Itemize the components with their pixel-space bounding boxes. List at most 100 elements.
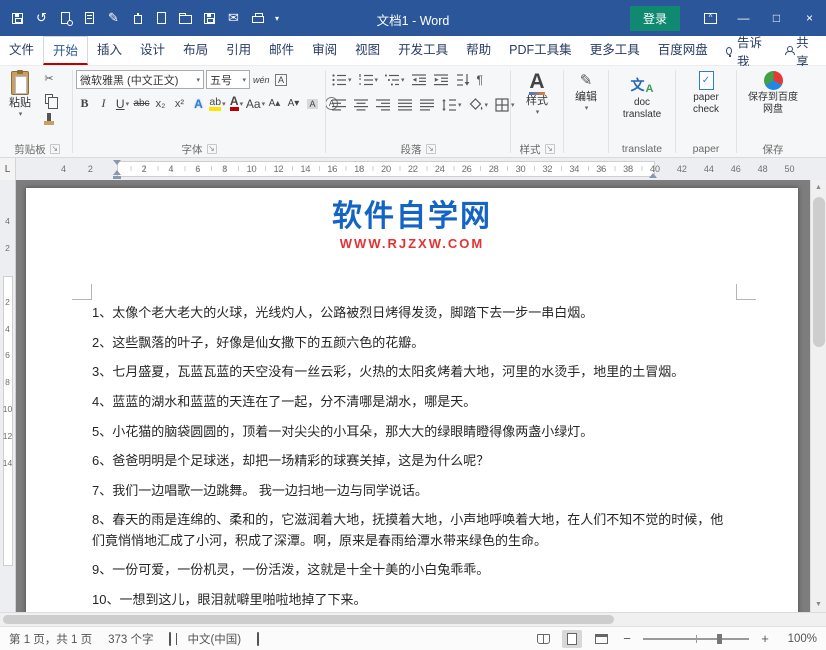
grow-font-button[interactable]: A▴ <box>266 93 283 114</box>
print-icon[interactable] <box>246 5 269 31</box>
shrink-font-button[interactable]: A▾ <box>285 93 302 114</box>
text-effects-button[interactable]: A <box>190 93 207 114</box>
line-spacing-button[interactable]: ▾ <box>439 94 464 115</box>
character-border-button[interactable]: A <box>273 69 290 90</box>
format-painter-button[interactable] <box>37 109 61 128</box>
styles-button[interactable]: A 样式 ▾ <box>522 69 552 141</box>
ribbon-display-options-icon[interactable]: ^ <box>694 0 727 36</box>
horizontal-ruler[interactable]: 4224681012141618202224262830323436384042… <box>16 158 826 180</box>
vertical-ruler[interactable]: 422468101214 <box>0 180 16 612</box>
italic-button[interactable]: I <box>95 93 112 114</box>
page-number-status[interactable]: 第 1 页，共 1 页 <box>9 631 92 647</box>
strikethrough-button[interactable]: abc <box>133 93 150 114</box>
tab-home[interactable]: 开始 <box>43 36 88 65</box>
ribbon-tab[interactable]: 审阅 <box>303 36 346 65</box>
align-center-button[interactable] <box>351 94 371 115</box>
ribbon-tab[interactable]: 百度网盘 <box>649 36 717 65</box>
document-paragraph[interactable]: 4、蓝蓝的湖水和蓝蓝的天连在了一起，分不清哪是湖水，哪是天。 <box>92 392 736 412</box>
left-indent-marker[interactable] <box>113 176 121 179</box>
document-check-icon[interactable] <box>78 5 101 31</box>
input-mode-status[interactable] <box>257 633 259 645</box>
document-paragraph[interactable]: 6、爸爸明明是个足球迷，却把一场精彩的球赛关掉，这是为什么呢？ <box>92 451 736 471</box>
doc-translate-button[interactable]: 文 A doc translate <box>612 69 672 141</box>
ink-tool-icon[interactable] <box>126 5 149 31</box>
document-paragraph[interactable]: 10、一想到这儿，眼泪就噼里啪啦地掉了下来。 <box>92 590 736 610</box>
styles-dialog-launcher-icon[interactable]: ↘ <box>545 144 555 154</box>
word-count-status[interactable]: 373 个字 <box>108 631 153 647</box>
sort-button[interactable] <box>453 69 473 90</box>
document-paragraph[interactable]: 7、我们一边唱歌一边跳舞。 我一边扫地一边与同学说话。 <box>92 481 736 501</box>
pinyin-guide-button[interactable]: wén <box>252 69 271 90</box>
align-left-button[interactable] <box>329 94 349 115</box>
ribbon-tab[interactable]: 视图 <box>346 36 389 65</box>
save-to-baidu-netdisk-button[interactable]: 保存到百度网盘 <box>740 69 806 141</box>
horizontal-scroll-thumb[interactable] <box>3 615 614 624</box>
customize-quick-access-chevron-icon[interactable]: ▾ <box>270 5 284 31</box>
undo-icon[interactable]: ↺ <box>30 5 53 31</box>
save-as-icon[interactable] <box>198 5 221 31</box>
new-document-icon[interactable] <box>150 5 173 31</box>
read-mode-button[interactable] <box>533 630 553 648</box>
login-button[interactable]: 登录 <box>630 6 680 31</box>
multilevel-list-button[interactable]: ▾ <box>382 69 407 90</box>
numbering-button[interactable]: ▾ <box>356 69 381 90</box>
font-color-button[interactable]: A▾ <box>228 93 245 114</box>
bullets-button[interactable]: ▾ <box>329 69 354 90</box>
share-button[interactable]: 共享 <box>773 36 826 65</box>
font-name-select[interactable]: 微软雅黑 (中文正文) ▾ <box>76 70 204 89</box>
document-paragraph[interactable]: 1、太像个老大老大的火球，光线灼人，公路被烈日烤得发烫，脚踏下去一步一串白烟。 <box>92 303 736 323</box>
increase-indent-button[interactable] <box>431 69 451 90</box>
character-shading-button[interactable]: A <box>304 93 321 114</box>
zoom-level[interactable]: 100% <box>781 633 817 645</box>
superscript-button[interactable]: x² <box>171 93 188 114</box>
font-size-select[interactable]: 五号 ▾ <box>206 70 250 89</box>
copy-button[interactable] <box>37 89 61 108</box>
highlight-color-button[interactable]: ab▾ <box>209 93 226 114</box>
paper-check-button[interactable]: ✓ paper check <box>679 69 733 141</box>
email-icon[interactable]: ✉ <box>222 5 245 31</box>
ribbon-tab[interactable]: PDF工具集 <box>500 36 581 65</box>
horizontal-scrollbar[interactable] <box>0 612 826 626</box>
scroll-down-icon[interactable]: ▼ <box>811 597 826 612</box>
tab-stop-selector[interactable]: L <box>0 158 16 180</box>
vertical-scroll-thumb[interactable] <box>813 197 825 347</box>
hanging-indent-marker[interactable] <box>113 170 121 175</box>
print-preview-icon[interactable] <box>54 5 77 31</box>
document-page[interactable]: 软件自学网 WWW.RJZXW.COM 1、太像个老大老大的火球，光线灼人，公路… <box>26 188 798 612</box>
ribbon-tab[interactable]: 布局 <box>174 36 217 65</box>
document-paragraph[interactable]: 9、一份可爱，一份机灵，一份活泼，这就是十全十美的小白兔乖乖。 <box>92 560 736 580</box>
clipboard-dialog-launcher-icon[interactable]: ↘ <box>50 144 60 154</box>
ribbon-tab[interactable]: 设计 <box>131 36 174 65</box>
zoom-slider[interactable] <box>643 638 749 640</box>
first-line-indent-marker[interactable] <box>113 160 121 165</box>
open-folder-icon[interactable] <box>174 5 197 31</box>
paragraph-dialog-launcher-icon[interactable]: ↘ <box>426 144 436 154</box>
zoom-slider-thumb[interactable] <box>717 634 722 644</box>
minimize-button[interactable]: — <box>727 0 760 36</box>
edit-document-icon[interactable]: ✎ <box>102 5 125 31</box>
ribbon-tab[interactable]: 插入 <box>88 36 131 65</box>
right-indent-marker[interactable] <box>649 173 657 178</box>
show-formatting-marks-button[interactable]: ¶ <box>475 69 485 90</box>
bold-button[interactable]: B <box>76 93 93 114</box>
change-case-button[interactable]: Aa▾ <box>247 93 264 114</box>
subscript-button[interactable]: x₂ <box>152 93 169 114</box>
document-paragraph[interactable]: 3、七月盛夏，瓦蓝瓦蓝的天空没有一丝云彩，火热的太阳炙烤着大地，河里的水烫手，地… <box>92 362 736 382</box>
tab-file[interactable]: 文件 <box>0 36 43 65</box>
cut-button[interactable]: ✂ <box>37 69 61 88</box>
spell-check-status[interactable] <box>169 633 171 645</box>
vertical-scrollbar[interactable]: ▲ ▼ <box>810 180 826 612</box>
language-status[interactable]: 中文(中国) <box>187 631 241 647</box>
shading-button[interactable]: ▾ <box>466 94 491 115</box>
document-paragraph[interactable]: 8、春天的雨是连绵的、柔和的，它滋润着大地，抚摸着大地，小声地呼唤着大地，在人们… <box>92 510 736 550</box>
ribbon-tab[interactable]: 开发工具 <box>389 36 457 65</box>
align-right-button[interactable] <box>373 94 393 115</box>
decrease-indent-button[interactable] <box>409 69 429 90</box>
document-paragraph[interactable]: 5、小花猫的脑袋圆圆的，顶着一对尖尖的小耳朵，那大大的绿眼睛瞪得像两盏小绿灯。 <box>92 422 736 442</box>
save-icon[interactable] <box>6 5 29 31</box>
scroll-up-icon[interactable]: ▲ <box>811 180 826 195</box>
font-dialog-launcher-icon[interactable]: ↘ <box>207 144 217 154</box>
document-paragraph[interactable]: 2、这些飘落的叶子，好像是仙女撒下的五颜六色的花瓣。 <box>92 333 736 353</box>
tell-me-button[interactable]: 告诉我 <box>717 36 773 65</box>
ribbon-tab[interactable]: 更多工具 <box>581 36 649 65</box>
